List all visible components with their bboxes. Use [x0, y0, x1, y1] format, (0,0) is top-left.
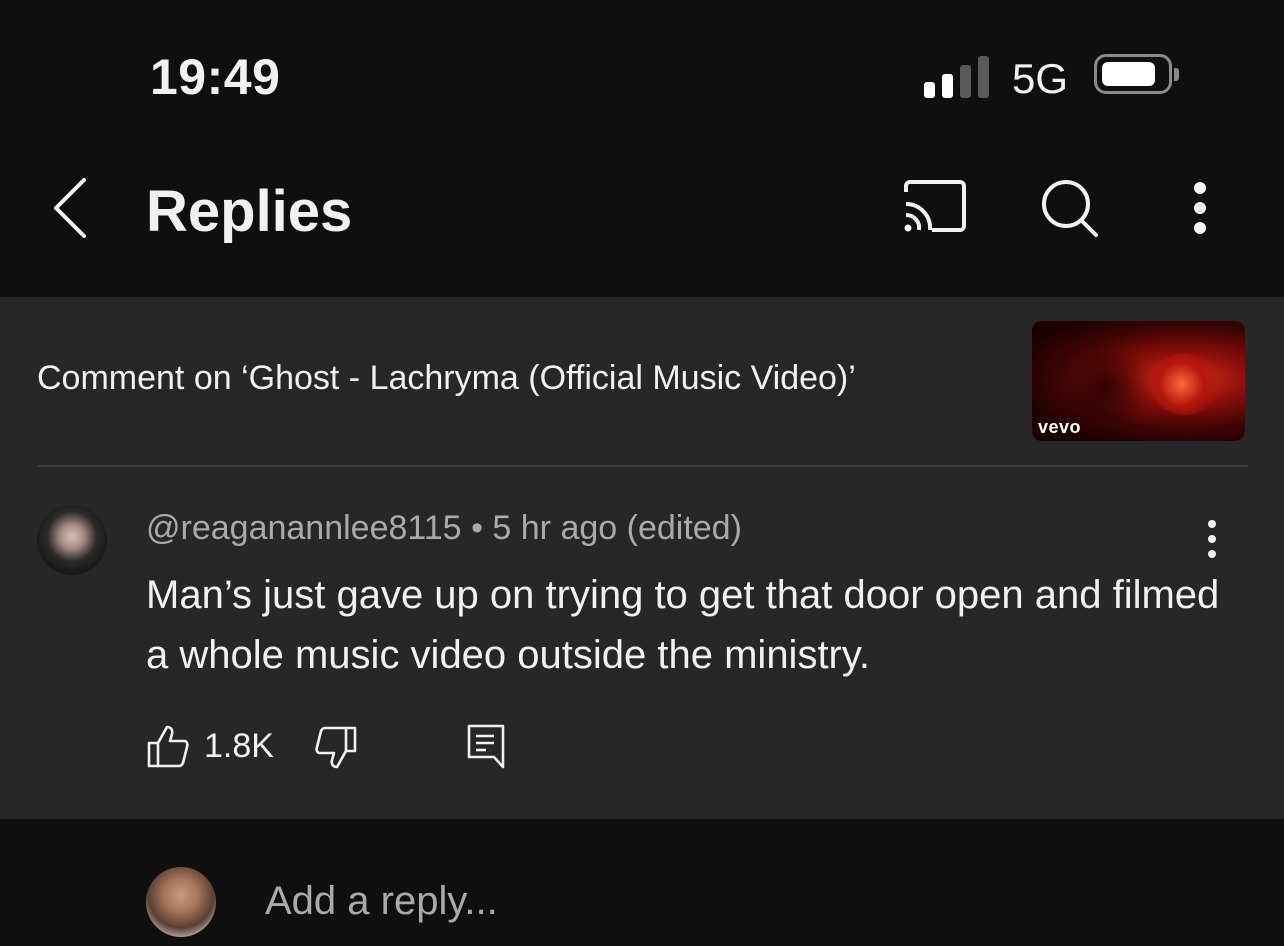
vevo-badge: vevo	[1038, 417, 1082, 437]
comment-panel: Comment on ‘Ghost - Lachryma (Official M…	[0, 297, 1284, 819]
more-vert-icon	[1208, 520, 1216, 558]
meta-separator: •	[471, 509, 483, 547]
status-time: 19:49	[150, 49, 281, 105]
back-button[interactable]	[40, 176, 100, 240]
search-button[interactable]	[1034, 176, 1104, 240]
comment-text: Man’s just gave up on trying to get that…	[146, 573, 1220, 677]
network-type: 5G	[1012, 55, 1069, 102]
back-icon	[54, 178, 86, 238]
app-header: Replies	[0, 150, 1284, 297]
page-title: Replies	[146, 179, 353, 244]
user-avatar	[146, 867, 216, 937]
comment-icon	[467, 724, 505, 769]
thumbs-down-icon	[315, 726, 357, 769]
search-icon	[1042, 180, 1098, 237]
like-button[interactable]	[146, 723, 190, 769]
like-count: 1.8K	[204, 727, 274, 765]
comment-more-button[interactable]	[1192, 519, 1232, 563]
divider	[37, 465, 1248, 467]
more-options-button[interactable]	[1168, 176, 1238, 240]
signal-strength-icon	[924, 54, 992, 98]
comment-meta: @reaganannlee8115 • 5 hr ago (edited)	[146, 509, 742, 548]
cast-icon	[904, 180, 966, 232]
reply-input[interactable]: Add a reply...	[265, 879, 1165, 929]
reply-bar: Add a reply...	[0, 819, 1284, 946]
commenter-handle[interactable]: @reaganannlee8115	[146, 509, 462, 547]
reply-button[interactable]	[466, 723, 506, 769]
commenter-avatar[interactable]	[37, 505, 107, 575]
more-vert-icon	[1194, 182, 1206, 234]
battery-icon	[1094, 54, 1179, 94]
thumbs-up-icon	[147, 725, 189, 768]
dislike-button[interactable]	[314, 725, 358, 771]
comment-time: 5 hr ago (edited)	[492, 509, 742, 547]
video-thumbnail[interactable]: vevo	[1032, 321, 1245, 441]
cast-button[interactable]	[900, 176, 970, 240]
status-bar: 19:49 5G	[0, 0, 1284, 150]
comment-context: Comment on ‘Ghost - Lachryma (Official M…	[37, 359, 856, 397]
